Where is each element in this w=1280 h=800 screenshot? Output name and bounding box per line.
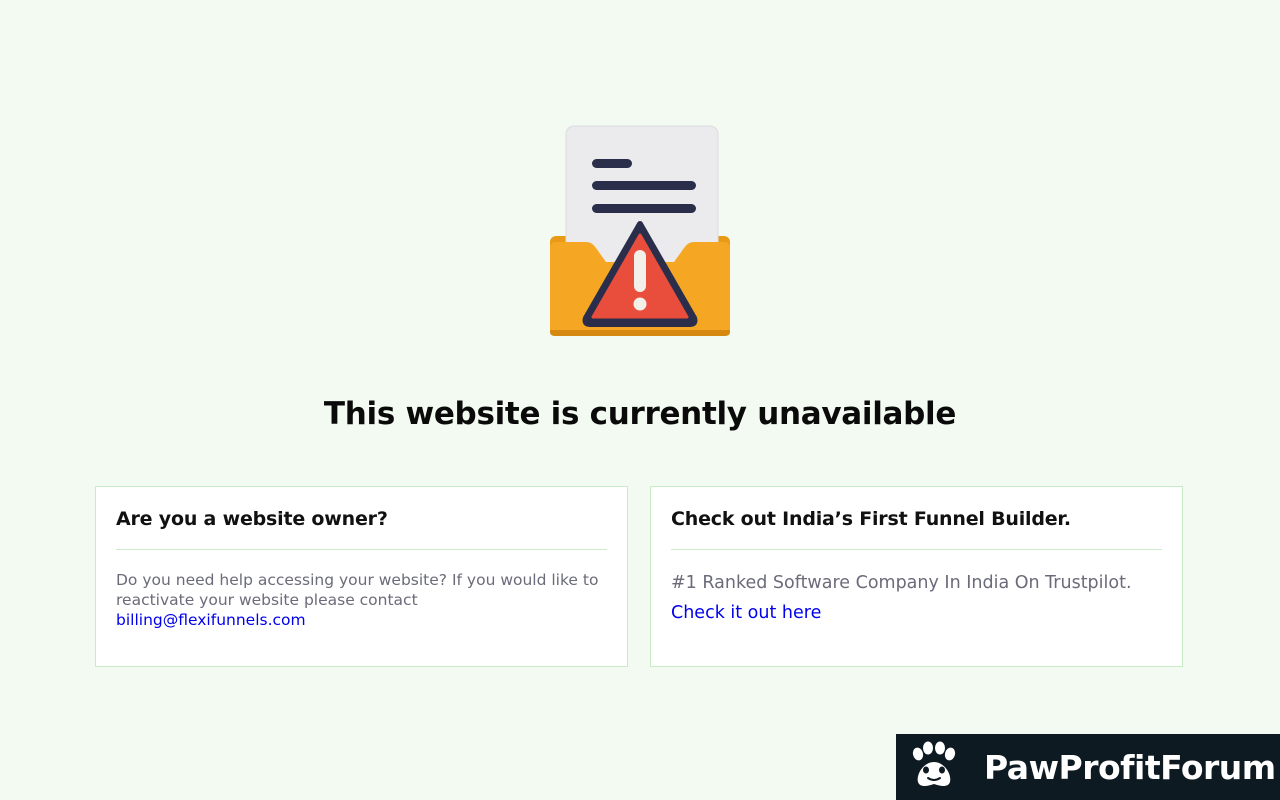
page-title: This website is currently unavailable — [323, 396, 957, 432]
promo-card-text: #1 Ranked Software Company In India On T… — [671, 573, 1132, 593]
owner-card-title: Are you a website owner? — [116, 487, 607, 550]
promo-card-title: Check out India’s First Funnel Builder. — [671, 487, 1162, 550]
paw-icon — [912, 741, 956, 786]
check-it-out-link[interactable]: Check it out here — [671, 603, 1162, 623]
funnel-builder-card: Check out India’s First Funnel Builder. … — [650, 486, 1183, 667]
website-owner-card: Are you a website owner? Do you need hel… — [95, 486, 628, 667]
pawprofitforum-badge[interactable]: PawProfitForum — [896, 734, 1280, 800]
billing-email-link[interactable]: billing@flexifunnels.com — [116, 611, 306, 629]
owner-card-text: Do you need help accessing your website?… — [116, 571, 599, 609]
owner-card-body: Do you need help accessing your website?… — [116, 570, 607, 630]
badge-text: PawProfitForum — [984, 747, 1276, 787]
document-warning-folder-icon — [550, 125, 730, 336]
